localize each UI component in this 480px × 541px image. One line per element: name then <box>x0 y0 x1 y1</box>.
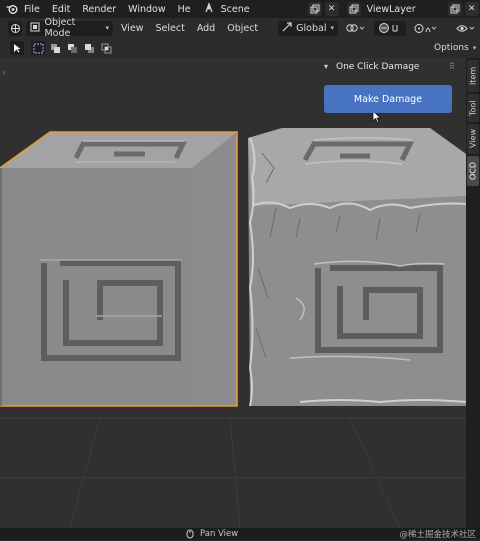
menu-edit[interactable]: Edit <box>46 4 76 15</box>
collapse-chevron-icon[interactable]: ▾ <box>324 62 328 71</box>
toolbar-expand-icon[interactable]: › <box>2 68 5 77</box>
select-extend-icon[interactable] <box>48 41 62 55</box>
scene-close-icon[interactable]: ✕ <box>324 2 339 16</box>
watermark: @稀土掘金技术社区 <box>399 530 476 540</box>
proportional-edit-icon[interactable] <box>410 21 440 36</box>
scene-name[interactable]: Scene <box>215 4 256 15</box>
select-subtract-icon[interactable] <box>65 41 79 55</box>
select-invert-icon[interactable] <box>82 41 96 55</box>
viewport-header: Object Mode ▾ View Select Add Object Glo… <box>0 17 480 39</box>
drag-handle-icon[interactable]: ⠿ <box>449 62 455 71</box>
menu-add[interactable]: Add <box>193 21 219 36</box>
select-mode-row: Options ▾ <box>0 38 480 58</box>
chevron-down-icon: ▾ <box>472 44 477 52</box>
snap-icon[interactable] <box>374 20 406 36</box>
scene-icon <box>203 1 215 17</box>
tab-ocd[interactable]: OCD <box>467 156 479 186</box>
menu-select[interactable]: Select <box>152 21 189 36</box>
select-box-icon[interactable] <box>31 41 45 55</box>
make-damage-button[interactable]: Make Damage <box>324 85 452 113</box>
visibility-icon[interactable] <box>452 21 480 36</box>
options-label: Options <box>434 43 469 53</box>
orientation-select[interactable]: Global ▾ <box>278 20 338 36</box>
tab-item[interactable]: Item <box>467 60 479 92</box>
status-bar: Pan View @稀土掘金技术社区 <box>0 528 480 540</box>
chevron-down-icon: ▾ <box>105 24 109 32</box>
object-mode-icon <box>30 22 40 35</box>
status-action: Pan View <box>200 529 239 539</box>
editor-type-icon[interactable] <box>8 20 23 36</box>
mode-label: Object Mode <box>44 17 76 39</box>
mode-select[interactable]: Object Mode ▾ <box>26 17 113 39</box>
viewlayer-copy-icon[interactable] <box>447 2 462 16</box>
select-tool-icon[interactable] <box>10 41 24 55</box>
tab-tool[interactable]: Tool <box>467 94 479 122</box>
orientation-label: Global <box>296 22 327 34</box>
menu-window[interactable]: Window <box>122 4 171 15</box>
menu-render[interactable]: Render <box>76 4 122 15</box>
panel-title[interactable]: One Click Damage <box>336 62 419 72</box>
viewport-scene <box>0 128 466 528</box>
viewlayer-name[interactable]: ViewLayer <box>361 4 422 15</box>
sidebar-tabs: Item Tool View OCD <box>466 58 480 528</box>
menu-object[interactable]: Object <box>223 21 262 36</box>
menu-file[interactable]: File <box>18 4 46 15</box>
viewlayer-icon <box>346 2 361 16</box>
options-dropdown[interactable]: Options ▾ <box>430 41 480 55</box>
menu-help[interactable]: He <box>172 4 197 15</box>
viewlayer-close-icon[interactable]: ✕ <box>464 2 479 16</box>
select-intersect-icon[interactable] <box>99 41 113 55</box>
orientation-icon <box>282 21 292 35</box>
tab-view[interactable]: View <box>467 124 479 154</box>
chevron-down-icon: ▾ <box>330 24 334 32</box>
right-cube[interactable] <box>248 128 466 407</box>
menu-view[interactable]: View <box>117 21 148 36</box>
scene-copy-icon[interactable] <box>307 2 322 16</box>
blender-logo-icon[interactable] <box>6 3 18 15</box>
mouse-middle-icon <box>186 529 194 541</box>
pivot-icon[interactable] <box>342 21 370 36</box>
ocd-panel: ▾ One Click Damage ⠿ Make Damage <box>318 58 466 124</box>
top-bar: File Edit Render Window He Scene ✕ ViewL… <box>0 0 480 18</box>
left-cube[interactable] <box>0 131 238 407</box>
3d-viewport[interactable]: › <box>0 58 466 528</box>
